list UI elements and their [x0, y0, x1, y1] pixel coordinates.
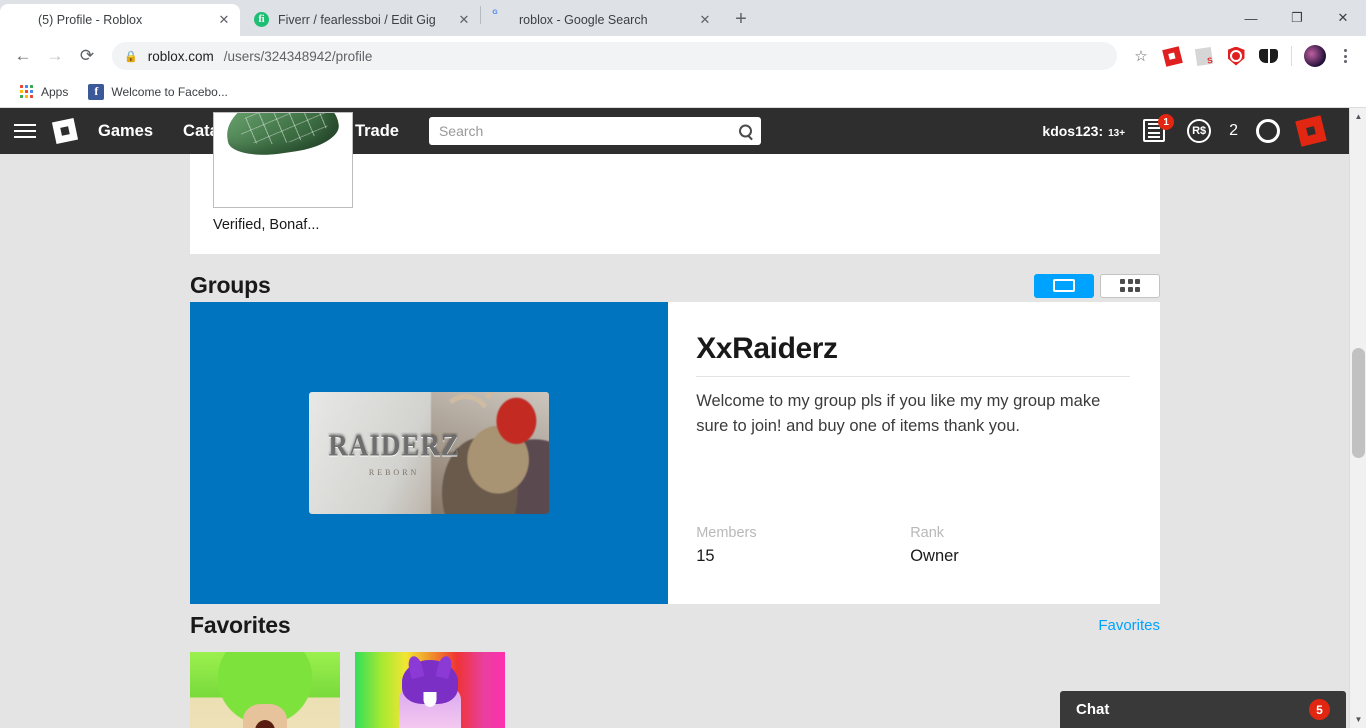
hamburger-icon[interactable]	[14, 118, 40, 144]
favorites-see-all-link[interactable]: Favorites	[1098, 617, 1160, 634]
list-view-icon[interactable]	[1034, 273, 1094, 298]
chat-label: Chat	[1076, 701, 1110, 718]
dark-reader-icon[interactable]	[1255, 43, 1281, 69]
close-window-icon[interactable]: ✕	[1320, 2, 1366, 34]
page-scrollbar[interactable]: ▲ ▼	[1349, 108, 1366, 728]
bookmark-apps[interactable]: Apps	[12, 81, 75, 102]
gear-icon[interactable]	[1255, 118, 1281, 144]
green-hat-thumbnail[interactable]	[213, 112, 353, 208]
favorite-thumb-purple-character[interactable]	[355, 652, 505, 728]
maximize-icon[interactable]: ❐	[1274, 2, 1320, 34]
collectible-item[interactable]: Verified, Bonaf...	[213, 112, 353, 233]
tab-title: Fiverr / fearlessboi / Edit Gig	[278, 13, 436, 27]
fiverr-favicon: fi	[254, 12, 270, 28]
bookmark-label: Apps	[41, 84, 69, 99]
group-image-title: RAIDERZ	[328, 427, 460, 463]
close-icon[interactable]: ✕	[697, 12, 713, 28]
chrome-menu-icon[interactable]	[1332, 42, 1358, 70]
roblox-favicon	[14, 12, 30, 28]
group-description: Welcome to my group pls if you like my m…	[696, 392, 1101, 435]
close-icon[interactable]: ✕	[216, 12, 232, 28]
chat-bar[interactable]: Chat 5	[1060, 691, 1346, 728]
bookmark-facebook[interactable]: f Welcome to Facebo...	[81, 81, 235, 103]
lock-icon: 🔒	[124, 50, 138, 63]
group-card[interactable]: RAIDERZ REBORN XxRaiderz Welcome to my g…	[190, 302, 1160, 604]
window-controls: — ❐ ✕	[1228, 0, 1366, 36]
avatar[interactable]	[1302, 43, 1328, 69]
forward-icon[interactable]: →	[40, 41, 70, 71]
browser-window: (5) Profile - Roblox ✕ fi Fiverr / fearl…	[0, 0, 1366, 728]
scrollbar-thumb[interactable]	[1352, 348, 1365, 458]
stat-label: Members	[696, 525, 757, 541]
close-icon[interactable]: ✕	[456, 12, 472, 28]
reload-icon[interactable]: ⟳	[72, 41, 102, 71]
page-title: Groups	[190, 272, 271, 298]
back-icon[interactable]: ←	[8, 41, 38, 71]
collectibles-panel: Verified, Bonaf...	[190, 112, 1160, 254]
favorites-list	[190, 652, 505, 728]
divider	[696, 376, 1130, 377]
browser-toolbar: ← → ⟳ 🔒 roblox.com/users/324348942/profi…	[0, 36, 1366, 76]
search-placeholder: Search	[438, 123, 484, 139]
new-tab-button[interactable]: +	[727, 5, 755, 33]
stat-members: Members 15	[696, 525, 910, 566]
facebook-icon: f	[88, 83, 105, 100]
favorite-thumb-green-character[interactable]	[190, 652, 340, 728]
navbar-right: kdos123: 13+ 1 R$ 2	[1042, 114, 1352, 147]
view-toggle-group	[1034, 273, 1160, 298]
stat-value: 15	[696, 547, 715, 565]
favorites-section-header: Favorites Favorites	[190, 612, 1160, 639]
stat-label: Rank	[910, 525, 945, 541]
scroll-up-icon[interactable]: ▲	[1350, 108, 1366, 125]
tab-title: roblox - Google Search	[519, 13, 648, 27]
roblox-navbar: Games Catalog Create Trade Search kdos12…	[0, 108, 1366, 154]
group-details: XxRaiderz Welcome to my group pls if you…	[668, 302, 1160, 604]
stat-value: Owner	[910, 547, 959, 565]
tab-title: (5) Profile - Roblox	[38, 13, 143, 27]
stat-rank: Rank Owner	[910, 525, 1124, 566]
roblox-extension-icon[interactable]	[1159, 43, 1185, 69]
tab-strip: (5) Profile - Roblox ✕ fi Fiverr / fearl…	[0, 0, 1366, 36]
robux-icon[interactable]: R$	[1187, 119, 1212, 143]
roblox-red-logo-icon[interactable]	[1295, 115, 1327, 147]
favorites-title: Favorites	[190, 612, 291, 638]
profile-content: Verified, Bonaf... Groups RAIDERZ REBORN…	[0, 112, 1366, 728]
scroll-down-icon[interactable]: ▼	[1350, 711, 1366, 728]
browser-tab-0[interactable]: (5) Profile - Roblox ✕	[0, 4, 240, 36]
groups-section-header: Groups	[190, 272, 1160, 299]
messages-count-badge: 1	[1158, 114, 1175, 130]
nav-link-games[interactable]: Games	[98, 122, 153, 141]
url-path: /users/324348942/profile	[223, 48, 373, 64]
magnifier-icon[interactable]	[738, 124, 752, 138]
group-name[interactable]: XxRaiderz	[696, 332, 1130, 366]
url-host: roblox.com	[147, 48, 214, 64]
page-viewport: Games Catalog Create Trade Search kdos12…	[0, 108, 1366, 728]
chat-unread-badge: 5	[1309, 699, 1330, 720]
browser-tab-2[interactable]: roblox - Google Search ✕	[481, 4, 721, 36]
messages-icon[interactable]: 1	[1143, 114, 1175, 143]
bookmarks-bar: Apps f Welcome to Facebo...	[0, 76, 1366, 108]
address-bar[interactable]: 🔒 roblox.com/users/324348942/profile	[112, 42, 1117, 70]
username-label[interactable]: kdos123:	[1042, 123, 1103, 139]
screenshot-extension-icon[interactable]	[1191, 43, 1217, 69]
bookmark-label: Welcome to Facebo...	[111, 84, 228, 99]
group-stats: Members 15 Rank Owner	[696, 525, 1130, 566]
collectible-item-name: Verified, Bonaf...	[213, 217, 320, 233]
group-banner-image: RAIDERZ REBORN	[309, 392, 550, 514]
minimize-icon[interactable]: —	[1228, 2, 1274, 34]
search-input[interactable]: Search	[428, 117, 761, 145]
google-favicon	[495, 12, 511, 28]
group-image-subtitle: REBORN	[368, 468, 420, 477]
apps-grid-icon	[19, 84, 34, 99]
group-banner: RAIDERZ REBORN	[190, 302, 669, 604]
age-badge: 13+	[1108, 128, 1126, 139]
nav-link-trade[interactable]: Trade	[355, 122, 399, 141]
grid-view-icon[interactable]	[1100, 273, 1160, 298]
toolbar-separator	[1291, 46, 1292, 66]
adblock-shield-icon[interactable]	[1223, 43, 1249, 69]
roblox-logo-icon[interactable]	[51, 117, 79, 145]
robux-count: 2	[1229, 122, 1238, 139]
bookmark-star-icon[interactable]: ☆	[1127, 42, 1155, 70]
browser-tab-1[interactable]: fi Fiverr / fearlessboi / Edit Gig ✕	[240, 4, 480, 36]
